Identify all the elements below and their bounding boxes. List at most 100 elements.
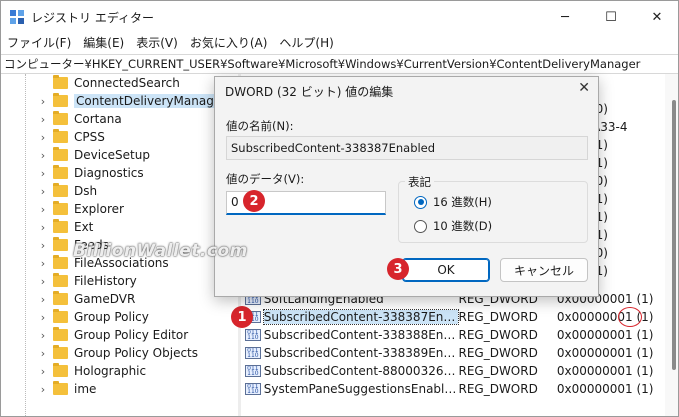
folder-icon — [53, 327, 68, 341]
tree-item[interactable]: › Diagnostics — [37, 164, 144, 182]
value-name-field: SubscribedContent-338387Enabled — [226, 136, 588, 160]
expand-chevron-icon[interactable]: › — [37, 113, 49, 126]
value-type: REG_DWORD — [458, 346, 538, 360]
value-type: REG_DWORD — [458, 328, 538, 342]
dialog-title: DWORD (32 ビット) 値の編集 — [225, 85, 394, 99]
expand-chevron-icon[interactable]: › — [37, 293, 49, 306]
tree-item-label: DeviceSetup — [74, 148, 150, 162]
expand-chevron-icon[interactable]: › — [37, 131, 49, 144]
tree-item[interactable]: › GameDVR — [37, 290, 135, 308]
expand-chevron-icon[interactable]: › — [37, 149, 49, 162]
dialog-close-icon[interactable]: ✕ — [578, 80, 590, 96]
tree-item[interactable]: › CPSS — [37, 128, 105, 146]
expand-chevron-icon[interactable]: › — [37, 239, 49, 252]
expand-chevron-icon[interactable]: › — [37, 257, 49, 270]
folder-icon — [53, 75, 68, 89]
expand-chevron-icon[interactable]: › — [37, 221, 49, 234]
folder-icon — [53, 381, 68, 395]
window-title: レジストリ エディター — [31, 11, 154, 25]
value-row[interactable]: 011 110 SubscribedContent-338389Enabled R… — [241, 344, 665, 362]
dword-value-icon: 011110 — [245, 347, 261, 359]
expand-chevron-icon[interactable]: › — [37, 185, 49, 198]
tree-item[interactable]: › FileHistory — [37, 272, 137, 290]
hex-radio[interactable]: 16 進数(H) — [414, 194, 492, 210]
address-bar[interactable]: コンピューター¥HKEY_CURRENT_USER¥Software¥Micro… — [1, 54, 678, 74]
tree-item-selected[interactable]: › ContentDeliveryManager — [37, 92, 229, 110]
value-row-selected[interactable]: 011110 SubscribedContent-338387Enabled R… — [241, 308, 665, 326]
folder-icon — [53, 255, 68, 269]
value-data: 0x00000001 (1) — [556, 346, 654, 360]
value-row[interactable]: 011 110 SubscribedContent-338388Enabled R… — [241, 326, 665, 344]
expand-chevron-icon[interactable]: › — [37, 329, 49, 342]
cancel-button[interactable]: キャンセル — [500, 258, 588, 282]
value-row[interactable]: 011110 SubscribedContent-88000326Enabl..… — [241, 362, 665, 380]
folder-icon — [53, 93, 68, 107]
expand-chevron-icon[interactable]: › — [37, 311, 49, 324]
step-marker-3: 3 — [387, 258, 409, 280]
menu-edit[interactable]: 編集(E) — [77, 33, 130, 53]
menu-view[interactable]: 表示(V) — [130, 33, 184, 53]
value-data: 0x00000001 (1) — [556, 364, 654, 378]
folder-icon — [53, 183, 68, 197]
tree-item[interactable]: › Group Policy Editor — [37, 326, 188, 344]
tree-item-label: Cortana — [74, 112, 122, 126]
value-data-label: 値のデータ(V): — [226, 172, 305, 186]
menu-favorites[interactable]: お気に入り(A) — [184, 33, 274, 53]
tree-item-label: Group Policy — [74, 310, 149, 324]
folder-icon — [53, 111, 68, 125]
value-row[interactable]: 011 110 SystemPaneSuggestionsEnabled REG_… — [241, 380, 665, 398]
ok-button[interactable]: OK — [402, 258, 490, 282]
folder-icon — [53, 345, 68, 359]
tree-item-label: Group Policy Editor — [74, 328, 189, 342]
maximize-button[interactable]: ☐ — [588, 1, 634, 33]
expand-chevron-icon[interactable]: › — [37, 275, 49, 288]
expand-chevron-icon[interactable]: › — [37, 203, 49, 216]
values-scrollbar[interactable] — [665, 74, 678, 416]
minimize-button[interactable]: ─ — [542, 1, 588, 33]
tree-item[interactable]: › Cortana — [37, 110, 122, 128]
tree-item[interactable]: › Group Policy Objects — [37, 344, 198, 362]
expand-chevron-icon[interactable]: › — [37, 347, 49, 360]
expand-chevron-icon[interactable]: › — [37, 95, 49, 108]
tree-item[interactable]: ConnectedSearch — [37, 74, 180, 92]
menu-bar: ファイル(F) 編集(E) 表示(V) お気に入り(A) ヘルプ(H) — [1, 33, 678, 53]
step-marker-2: 2 — [243, 190, 265, 212]
folder-icon — [53, 363, 68, 377]
menu-file[interactable]: ファイル(F) — [1, 33, 77, 53]
radio-selected-icon[interactable] — [414, 195, 427, 209]
folder-icon — [53, 237, 68, 251]
base-groupbox: 表記 16 進数(H) 10 進数(D) — [398, 174, 588, 243]
dec-radio-label: 10 進数(D) — [433, 219, 493, 233]
close-button[interactable]: ✕ — [634, 1, 678, 33]
tree-item[interactable]: › DeviceSetup — [37, 146, 150, 164]
title-bar: レジストリ エディター ─ ☐ ✕ — [1, 1, 678, 33]
expand-chevron-icon[interactable]: › — [37, 167, 49, 180]
dword-value-icon: 011110 — [245, 383, 261, 395]
tree-item[interactable]: › ime — [37, 380, 96, 398]
expand-chevron-icon[interactable]: › — [37, 383, 49, 396]
tree-guide-line — [25, 74, 26, 416]
registry-app-icon — [10, 10, 24, 24]
tree-item-label: Dsh — [74, 184, 98, 198]
folder-icon — [53, 309, 68, 323]
folder-icon — [53, 147, 68, 161]
tree-item-label: GameDVR — [74, 292, 136, 306]
tree-item[interactable]: › Explorer — [37, 200, 124, 218]
step-marker-1: 1 — [231, 306, 253, 328]
expand-chevron-icon[interactable]: › — [37, 365, 49, 378]
tree-item[interactable]: › Ext — [37, 218, 93, 236]
folder-icon — [53, 291, 68, 305]
tree-item-label: FileHistory — [74, 274, 137, 288]
value-name-label: 値の名前(N): — [226, 119, 294, 133]
dec-radio[interactable]: 10 進数(D) — [414, 218, 492, 234]
tree-item-label: ime — [74, 382, 97, 396]
menu-help[interactable]: ヘルプ(H) — [273, 33, 339, 53]
tree-item-label: Holographic — [74, 364, 147, 378]
scrollbar-thumb[interactable] — [672, 100, 676, 370]
value-name: SubscribedContent-338387Enabled — [262, 309, 460, 325]
radio-unselected-icon[interactable] — [414, 219, 427, 233]
tree-item[interactable]: › Dsh — [37, 182, 97, 200]
tree-item[interactable]: › Holographic — [37, 362, 146, 380]
tree-item-label: CPSS — [74, 130, 105, 144]
tree-item[interactable]: › Group Policy — [37, 308, 149, 326]
